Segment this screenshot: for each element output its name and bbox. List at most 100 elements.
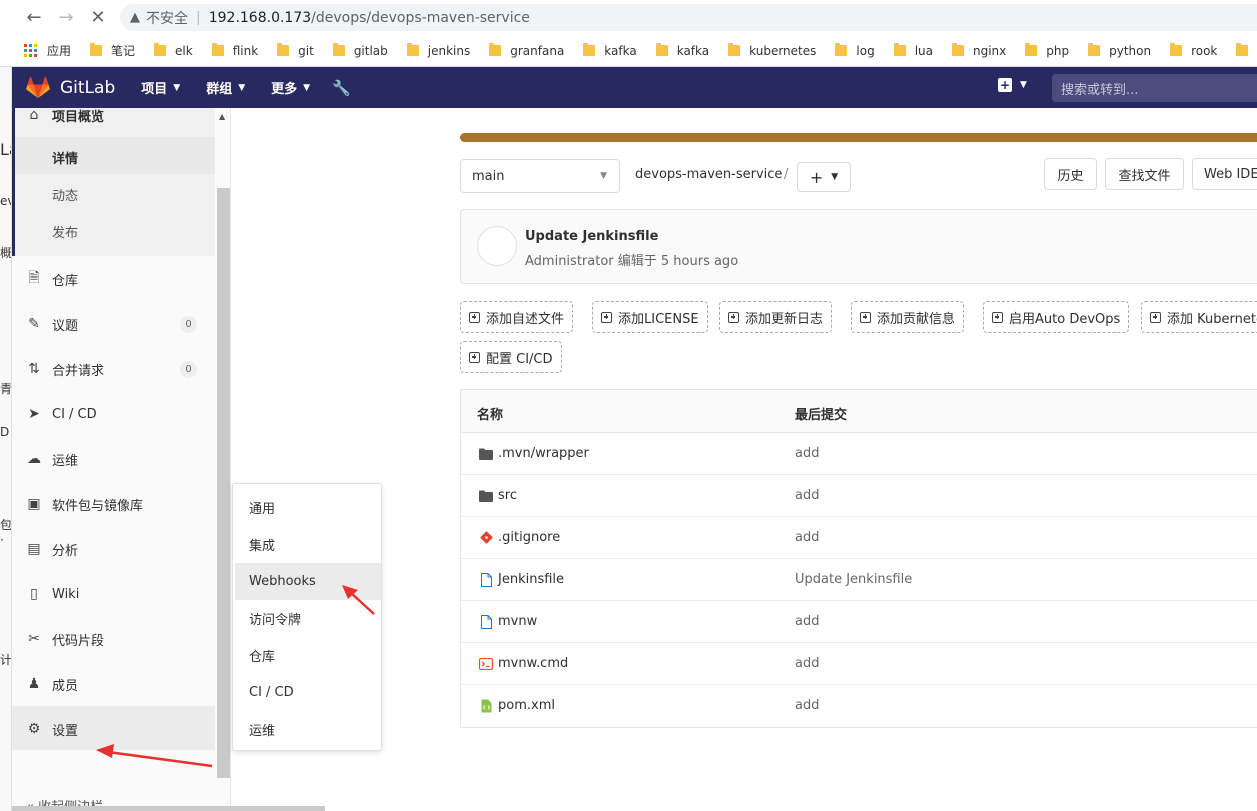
sidebar-subitem-details[interactable]: 详情 (52, 148, 78, 167)
bookmark-folder[interactable]: log (835, 43, 875, 58)
last-commit-message[interactable]: add (795, 488, 819, 503)
bookmark-apps[interactable]: 应用 (24, 42, 71, 59)
bookmark-folder[interactable]: elk (154, 43, 193, 58)
bookmark-folder[interactable]: gitlab (332, 43, 388, 58)
bookmark-folder[interactable]: granfana (489, 43, 564, 58)
bookmark-folder[interactable]: lua (893, 43, 933, 58)
project-breadcrumb[interactable]: devops-maven-service (635, 167, 782, 182)
sidebar-item-settings[interactable]: ⚙ 设置 (12, 721, 215, 739)
admin-wrench-icon[interactable]: 🔧 (332, 78, 351, 97)
sidebar-item-label: 成员 (52, 678, 79, 694)
sidebar-item-issues[interactable]: ✎ 议题 0 (12, 315, 215, 334)
file-tree-table: 名称 最后提交 .mvn/wrapper add src add .gitign… (460, 389, 1257, 728)
menu-more[interactable]: 更多 ▼ (271, 78, 310, 97)
last-commit-message[interactable]: add (795, 530, 819, 545)
table-row[interactable]: .mvn/wrapper add (461, 433, 1257, 475)
flyout-item-repository[interactable]: 仓库 (233, 637, 381, 674)
sidebar-subitem-activity[interactable]: 动态 (52, 185, 78, 204)
address-bar[interactable]: ▲ 不安全 | 192.168.0.173/devops/devops-mave… (120, 4, 1257, 31)
sidebar-item-analytics[interactable]: ▤ 分析 (12, 541, 215, 559)
file-name-link[interactable]: .mvn/wrapper (498, 446, 589, 461)
sidebar-item-packages[interactable]: ▣ 软件包与镜像库 (12, 496, 215, 514)
gitlab-logo[interactable]: GitLab (26, 76, 115, 99)
quick-action-label: 添加更新日志 (745, 311, 824, 327)
folder-icon (728, 43, 741, 56)
horizontal-scrollbar[interactable] (12, 806, 325, 811)
enable-auto-devops-button[interactable]: 启用Auto DevOps (983, 301, 1130, 333)
back-icon[interactable]: ← (18, 2, 50, 34)
last-commit-message[interactable]: add (795, 656, 819, 671)
stop-loading-icon[interactable]: ✕ (82, 2, 114, 34)
history-button[interactable]: 历史 (1044, 158, 1097, 190)
bookmark-folder[interactable]: flink (211, 43, 258, 58)
sidebar-subitem-releases[interactable]: 发布 (52, 222, 78, 241)
branch-selector[interactable]: main ▼ (460, 159, 620, 193)
sidebar-item-label: 仓库 (52, 273, 79, 289)
folder-icon (154, 43, 167, 56)
flyout-item-access-tokens[interactable]: 访问令牌 (233, 600, 381, 637)
table-row[interactable]: src add (461, 475, 1257, 517)
bookmark-folder[interactable]: sp (1236, 43, 1257, 58)
bookmark-folder[interactable]: kafka (583, 43, 637, 58)
sidebar-item-merge-requests[interactable]: ⇅ 合并请求 0 (12, 360, 215, 379)
add-contributing-button[interactable]: 添加贡献信息 (851, 301, 965, 333)
bookmark-folder[interactable]: jenkins (406, 43, 470, 58)
bookmark-folder[interactable]: git (277, 43, 314, 58)
file-name-link[interactable]: Jenkinsfile (498, 572, 564, 587)
search-input[interactable]: 搜索或转到... (1052, 74, 1257, 102)
add-license-button[interactable]: 添加LICENSE (592, 301, 708, 333)
sidebar-item-overview[interactable]: ⌂ 项目概览 (12, 107, 215, 125)
plus-square-icon: + (998, 78, 1012, 92)
table-row[interactable]: mvnw.cmd add (461, 643, 1257, 685)
sidebar-item-members[interactable]: ♟ 成员 (12, 676, 215, 694)
bookmark-folder[interactable]: rook (1170, 43, 1217, 58)
table-row[interactable]: pom.xml add (461, 685, 1257, 727)
bookmark-folder[interactable]: python (1088, 43, 1151, 58)
web-ide-button[interactable]: Web IDE (1192, 158, 1257, 190)
avatar[interactable] (477, 226, 517, 266)
menu-projects[interactable]: 项目 ▼ (141, 78, 180, 97)
configure-cicd-button[interactable]: 配置 CI/CD (460, 341, 562, 373)
bookmark-folder[interactable]: 笔记 (90, 42, 135, 59)
sidebar-item-repository[interactable]: 🗎 仓库 (12, 270, 215, 289)
new-item-dropdown[interactable]: + ▼ (998, 78, 1027, 92)
flyout-item-operations[interactable]: 运维 (233, 711, 381, 748)
table-row[interactable]: Jenkinsfile Update Jenkinsfile (461, 559, 1257, 601)
file-name-link[interactable]: mvnw (498, 614, 537, 629)
flyout-item-integrations[interactable]: 集成 (233, 526, 381, 563)
add-changelog-button[interactable]: 添加更新日志 (719, 301, 833, 333)
last-commit-message[interactable]: Update Jenkinsfile (795, 572, 912, 587)
flyout-item-cicd[interactable]: CI / CD (233, 674, 381, 711)
table-row[interactable]: .gitignore add (461, 517, 1257, 559)
scroll-up-arrow-icon[interactable]: ▲ (219, 112, 225, 121)
menu-groups[interactable]: 群组 ▼ (206, 78, 245, 97)
add-kubernetes-button[interactable]: 添加 Kubernetes (1141, 301, 1257, 333)
file-name-link[interactable]: src (498, 488, 517, 503)
bookmark-folder[interactable]: kafka (655, 43, 709, 58)
bookmark-folder[interactable]: nginx (951, 43, 1006, 58)
bookmark-folder[interactable]: kubernetes (728, 43, 816, 58)
sidebar-item-cicd[interactable]: ➤ CI / CD (12, 406, 215, 422)
flyout-item-webhooks[interactable]: Webhooks (235, 563, 381, 600)
add-readme-button[interactable]: 添加自述文件 (460, 301, 574, 333)
sidebar-item-operations[interactable]: ☁ 运维 (12, 451, 215, 469)
forward-icon[interactable]: → (50, 2, 82, 34)
add-to-tree-dropdown[interactable]: + ▼ (797, 162, 851, 192)
sidebar-item-label: 代码片段 (52, 633, 105, 649)
last-commit-message[interactable]: add (795, 446, 819, 461)
find-file-button[interactable]: 查找文件 (1105, 158, 1184, 190)
commit-title[interactable]: Update Jenkinsfile (525, 229, 658, 244)
gitlab-tanuki-icon (26, 76, 50, 98)
file-name-link[interactable]: pom.xml (498, 698, 555, 713)
last-commit-message[interactable]: add (795, 614, 819, 629)
flyout-item-general[interactable]: 通用 (233, 489, 381, 526)
file-name-link[interactable]: mvnw.cmd (498, 656, 568, 671)
file-name-link[interactable]: .gitignore (498, 530, 560, 545)
sidebar-item-wiki[interactable]: ▯ Wiki (12, 586, 215, 602)
last-commit-message[interactable]: add (795, 698, 819, 713)
bookmark-folder[interactable]: php (1025, 43, 1069, 58)
sidebar-scrollbar[interactable] (217, 188, 230, 778)
chevron-down-icon: ▼ (173, 82, 181, 93)
table-row[interactable]: mvnw add (461, 601, 1257, 643)
sidebar-item-snippets[interactable]: ✂ 代码片段 (12, 631, 215, 649)
